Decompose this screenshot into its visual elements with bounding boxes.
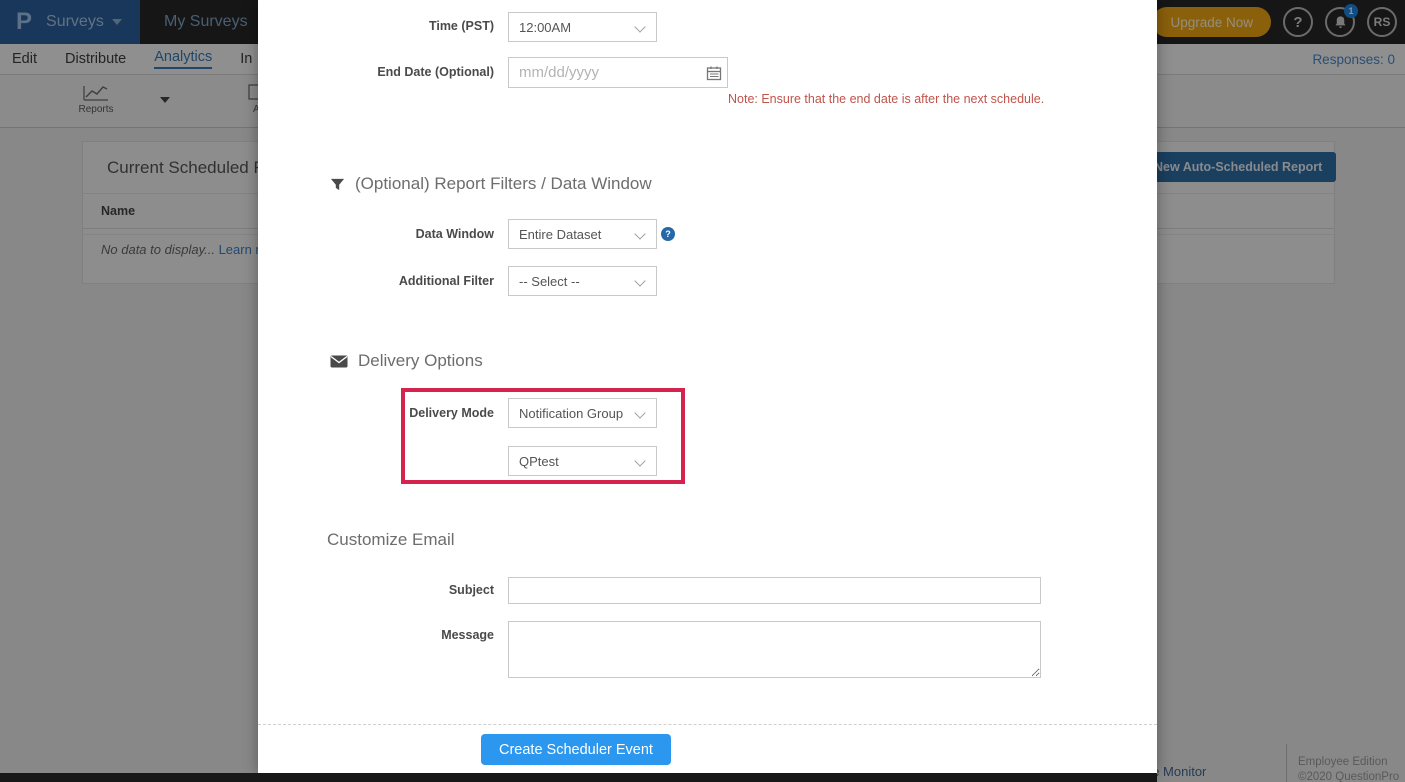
time-label: Time (PST) — [258, 19, 494, 33]
additional-filter-value: -- Select -- — [519, 274, 580, 289]
time-select-value: 12:00AM — [519, 20, 571, 35]
chevron-down-icon — [634, 228, 645, 239]
chevron-down-icon — [634, 407, 645, 418]
data-window-value: Entire Dataset — [519, 227, 601, 242]
delivery-section-title: Delivery Options — [358, 351, 483, 371]
delivery-mode-value: Notification Group — [519, 406, 623, 421]
envelope-icon — [330, 355, 348, 368]
screen: P Surveys My Surveys Upgrade Now ? — [0, 0, 1405, 782]
time-select[interactable]: 12:00AM — [508, 12, 657, 42]
customize-email-title: Customize Email — [327, 530, 455, 550]
scheduler-event-modal: Time (PST) 12:00AM End Date (Optional) N… — [258, 0, 1157, 775]
chevron-down-icon — [634, 275, 645, 286]
calendar-icon[interactable] — [706, 65, 722, 81]
data-window-label: Data Window — [258, 227, 494, 241]
bottom-bar — [0, 773, 1157, 782]
delivery-mode-label: Delivery Mode — [258, 406, 494, 420]
end-date-note: Note: Ensure that the end date is after … — [728, 92, 1044, 106]
message-label: Message — [258, 628, 494, 642]
data-window-info-icon[interactable]: ? — [661, 227, 675, 241]
additional-filter-select[interactable]: -- Select -- — [508, 266, 657, 296]
delivery-section-header: Delivery Options — [330, 351, 483, 371]
subject-label: Subject — [258, 583, 494, 597]
additional-filter-label: Additional Filter — [258, 274, 494, 288]
chevron-down-icon — [634, 455, 645, 466]
filters-section-header: (Optional) Report Filters / Data Window — [330, 174, 652, 194]
message-textarea[interactable] — [508, 621, 1041, 678]
modal-footer-separator — [258, 724, 1157, 725]
delivery-mode-select[interactable]: Notification Group — [508, 398, 657, 428]
data-window-select[interactable]: Entire Dataset — [508, 219, 657, 249]
notification-group-value: QPtest — [519, 454, 559, 469]
filters-section-title: (Optional) Report Filters / Data Window — [355, 174, 652, 194]
notification-group-select[interactable]: QPtest — [508, 446, 657, 476]
subject-input[interactable] — [508, 577, 1041, 604]
end-date-input[interactable] — [508, 57, 728, 88]
create-scheduler-event-button[interactable]: Create Scheduler Event — [481, 734, 671, 765]
customize-email-header: Customize Email — [327, 530, 455, 550]
end-date-label: End Date (Optional) — [258, 65, 494, 79]
chevron-down-icon — [634, 21, 645, 32]
filter-funnel-icon — [330, 177, 345, 192]
